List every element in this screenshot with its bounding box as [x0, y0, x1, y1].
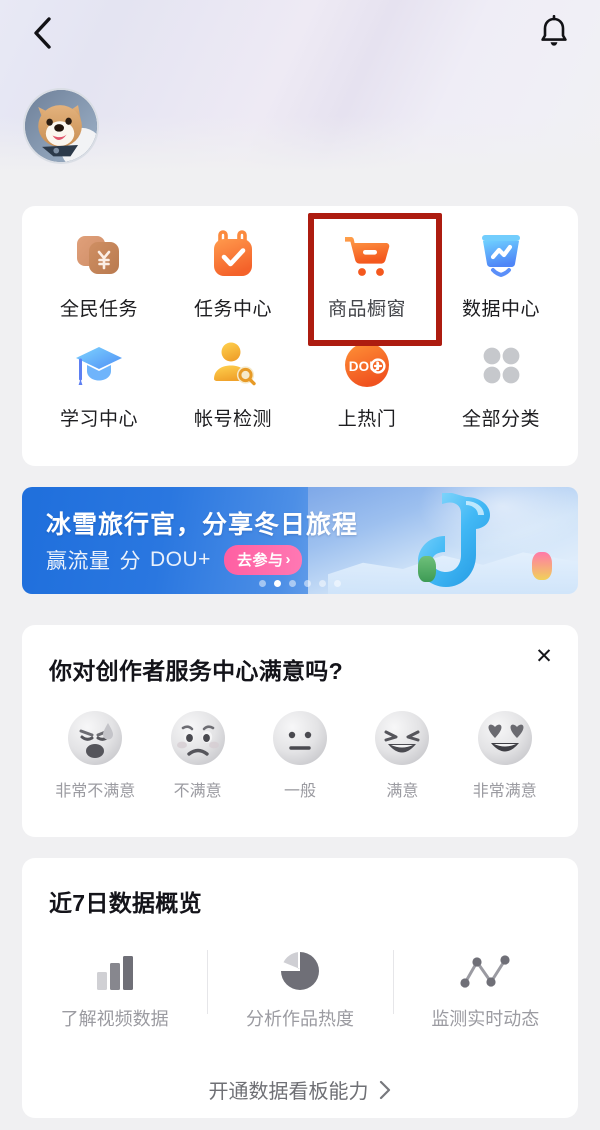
banner-join-label: 去参与: [236, 552, 284, 569]
grid-item-go-viral[interactable]: DOU 上热门: [300, 338, 434, 448]
promo-banner[interactable]: 冰雪旅行官，分享冬日旅程 赢流量 分 DOU+ 去参与 ›: [22, 487, 578, 594]
calendar-check-icon: [214, 230, 252, 276]
grid-item-label: 数据中心: [461, 299, 540, 320]
face-satisfied-icon: [375, 711, 430, 765]
banner-pagination-dots: [22, 580, 578, 587]
chart-board-icon: [482, 235, 520, 277]
chevron-right-icon: [379, 1080, 390, 1099]
enable-dashboard-label: 开通数据看板能力: [208, 1081, 369, 1103]
survey-option-label: 不满意: [173, 783, 222, 800]
chevron-right-icon: ›: [285, 551, 291, 568]
shopping-cart-icon: [345, 237, 390, 276]
grid-item-label: 上热门: [337, 409, 397, 430]
bar-chart-icon-wrap: [87, 946, 143, 992]
pie-chart-icon-wrap: [272, 946, 328, 992]
shortcut-grid-card: 全民任务 任务中心 商品橱窗 数据中心 学习中心 帐号检测 DOU 上热门 全部…: [22, 206, 578, 466]
grid-item-product-showcase[interactable]: 商品橱窗: [300, 228, 434, 338]
grid-item-label: 商品橱窗: [327, 299, 406, 320]
data-overview-card: 近7日数据概览 了解视频数据 分析作品热度 监测实时动态 开通数据看板能力: [22, 858, 578, 1118]
grid-item-learning-center[interactable]: 学习中心: [32, 338, 166, 448]
banner-skier-left: [418, 556, 436, 582]
graduation-cap-icon: [76, 347, 122, 385]
dog-avatar-image: [25, 90, 97, 162]
banner-dot[interactable]: [334, 580, 341, 587]
feature-label: 监测实时动态: [431, 1009, 540, 1029]
banner-dot[interactable]: [304, 580, 311, 587]
banner-dot[interactable]: [289, 580, 296, 587]
banner-subtitle-brand: DOU+: [150, 548, 211, 571]
shortcut-grid: 全民任务 任务中心 商品橱窗 数据中心 学习中心 帐号检测 DOU 上热门 全部…: [22, 206, 578, 448]
grid-item-account-check[interactable]: 帐号检测: [166, 338, 300, 448]
bell-icon: [541, 15, 567, 46]
bar-chart-icon: [96, 956, 133, 990]
page-header: [0, 0, 600, 178]
grid-item-label: 全民任务: [59, 299, 138, 320]
back-button[interactable]: [20, 10, 66, 56]
user-search-icon: [214, 342, 256, 386]
data-overview-features: 了解视频数据 分析作品热度 监测实时动态: [22, 946, 578, 1031]
survey-option-label: 满意: [386, 783, 419, 800]
survey-option-very-dissatisfied[interactable]: 非常不满意: [44, 707, 146, 801]
chevron-left-icon: [34, 17, 51, 49]
grid-item-all-categories[interactable]: 全部分类: [434, 338, 568, 448]
banner-skier-right: [532, 552, 552, 580]
creator-service-center-page: 全民任务 任务中心 商品橱窗 数据中心 学习中心 帐号检测 DOU 上热门 全部…: [0, 0, 600, 1130]
face-neutral-icon: [272, 711, 327, 765]
feature-content-heat[interactable]: 分析作品热度: [207, 946, 392, 1031]
banner-join-button[interactable]: 去参与 ›: [223, 545, 302, 575]
survey-option-neutral[interactable]: 一般: [249, 707, 351, 801]
face-very-dissatisfied-icon: [68, 711, 123, 765]
survey-option-very-satisfied[interactable]: 非常满意: [454, 707, 556, 801]
four-dots-grid-icon: [483, 347, 520, 384]
grid-item-all-tasks[interactable]: 全民任务: [32, 228, 166, 338]
grid-item-data-center[interactable]: 数据中心: [434, 228, 568, 338]
face-dissatisfied-icon: [170, 711, 225, 765]
feature-label: 分析作品热度: [245, 1009, 354, 1029]
data-overview-title: 近7日数据概览: [49, 890, 202, 916]
enable-dashboard-button[interactable]: 开通数据看板能力: [22, 1075, 578, 1104]
grid-item-label: 全部分类: [461, 409, 540, 430]
line-chart-icon: [460, 955, 510, 988]
survey-option-satisfied[interactable]: 满意: [351, 707, 453, 801]
feature-video-data[interactable]: 了解视频数据: [22, 946, 207, 1031]
survey-option-dissatisfied[interactable]: 不满意: [146, 707, 248, 801]
survey-option-label: 非常满意: [472, 783, 537, 800]
feature-label: 了解视频数据: [60, 1009, 169, 1029]
grid-item-label: 任务中心: [193, 299, 272, 320]
survey-option-label: 非常不满意: [55, 783, 136, 800]
grid-item-label: 学习中心: [59, 409, 138, 430]
feature-realtime-monitor[interactable]: 监测实时动态: [392, 946, 578, 1031]
line-chart-icon-wrap: [457, 946, 513, 992]
stacked-cards-yen-icon: [77, 236, 119, 274]
banner-dot[interactable]: [259, 580, 266, 587]
banner-title: 冰雪旅行官，分享冬日旅程: [46, 511, 359, 539]
close-icon[interactable]: ✕: [527, 639, 561, 673]
banner-subtitle-mid: 分: [119, 550, 141, 573]
avatar[interactable]: [23, 88, 99, 164]
survey-options: 非常不满意 不满意 一般 满意 非常满意: [22, 707, 578, 801]
pie-chart-icon: [280, 952, 319, 990]
banner-subtitle-prefix: 赢流量: [46, 550, 111, 573]
banner-dot-active[interactable]: [274, 580, 281, 587]
banner-dot[interactable]: [319, 580, 326, 587]
satisfaction-survey-card: 你对创作者服务中心满意吗? ✕ 非常不满意 不满意 一般 满意 非常满意: [22, 625, 578, 837]
grid-item-label: 帐号检测: [193, 409, 272, 430]
grid-item-task-center[interactable]: 任务中心: [166, 228, 300, 338]
survey-title: 你对创作者服务中心满意吗?: [49, 658, 343, 684]
survey-option-label: 一般: [283, 783, 316, 800]
notifications-button[interactable]: [530, 8, 578, 56]
face-very-satisfied-icon: [477, 711, 532, 765]
douplus-icon: DOU: [345, 343, 389, 387]
banner-subtitle: 赢流量 分 DOU+ 去参与 ›: [46, 545, 302, 575]
